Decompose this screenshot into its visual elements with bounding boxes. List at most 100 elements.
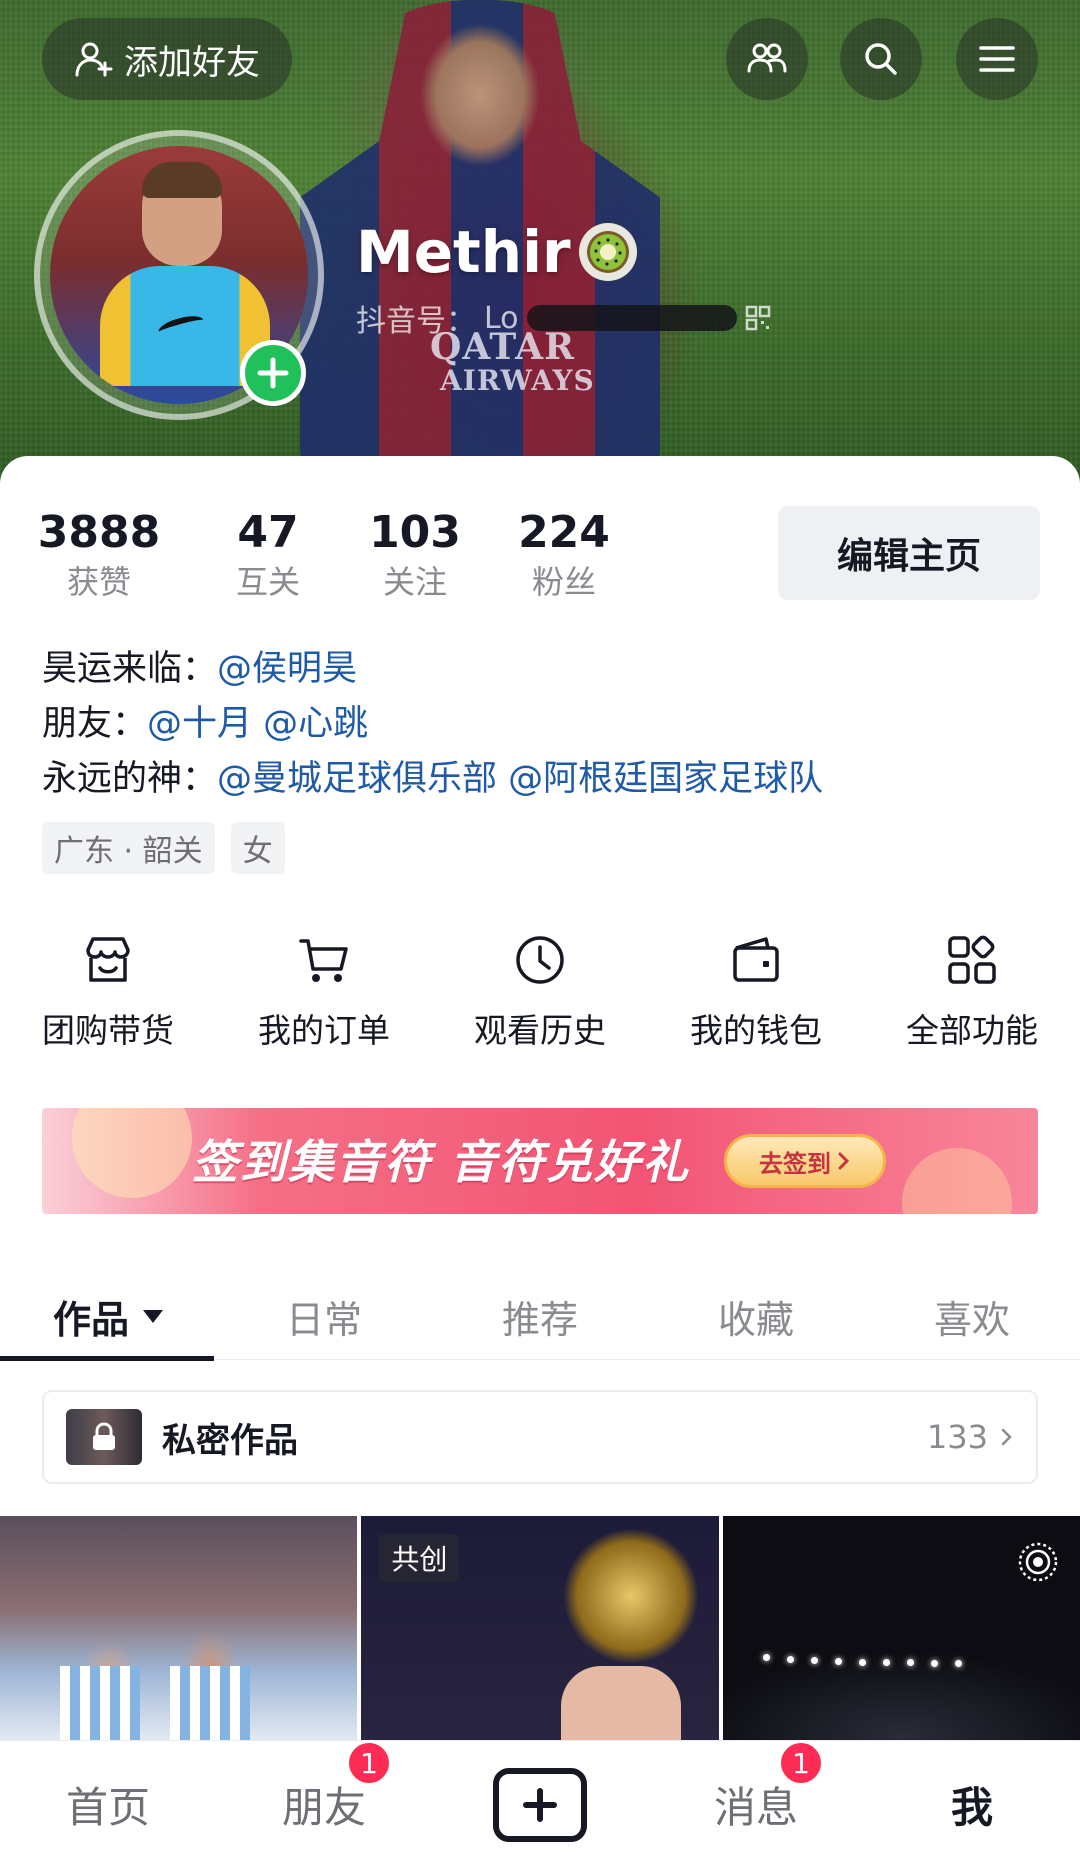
stat-number: 224 [518, 507, 610, 558]
friends-button[interactable] [726, 18, 808, 100]
banner-decoration [72, 1108, 192, 1198]
nav-messages-label: 消息 [713, 1783, 798, 1832]
banner-text: 签到集音符 音符兑好礼 [192, 1135, 691, 1189]
video-thumbnail[interactable]: 共创 [361, 1516, 719, 1746]
caret-down-icon [143, 1310, 163, 1323]
stat-number: 103 [369, 507, 461, 558]
search-button[interactable] [840, 18, 922, 100]
stat-number: 3888 [37, 507, 161, 558]
add-friend-label: 添加好友 [124, 42, 260, 83]
stat-following[interactable]: 103 关注 [360, 506, 470, 604]
content-tabs: 作品 日常 推荐 收藏 喜欢 [0, 1274, 1080, 1361]
plus-icon [257, 357, 289, 389]
works-grid: 共创 [0, 1516, 1080, 1746]
nickname-text: Methir [356, 218, 571, 286]
tab-works[interactable]: 作品 [0, 1274, 216, 1361]
bio-mention-link[interactable]: @曼城足球俱乐部 @阿根廷国家足球队 [217, 759, 823, 799]
stat-label: 获赞 [66, 563, 131, 601]
bio-mention-link[interactable]: @侯明昊 [217, 649, 357, 689]
tab-recommend[interactable]: 推荐 [432, 1274, 648, 1359]
nav-me[interactable]: 我 [864, 1774, 1080, 1835]
wallet-icon [726, 930, 786, 990]
nav-friends-label: 朋友 [281, 1783, 366, 1832]
id-label: 抖音号： [356, 304, 476, 339]
grid-icon [942, 930, 1002, 990]
lock-icon [93, 1422, 115, 1450]
notification-badge: 1 [778, 1740, 824, 1786]
bio-text: 昊运来临： [42, 649, 218, 689]
cover-sponsor-text: QATAR AIRWAYS [430, 329, 595, 398]
video-thumbnail[interactable] [0, 1516, 358, 1746]
avatar-figure-hair [142, 162, 222, 198]
tool-label: 团购带货 [42, 1011, 174, 1050]
id-value: Lo [484, 300, 519, 336]
clock-icon [510, 930, 570, 990]
checkin-button-label: 去签到 [759, 1149, 831, 1178]
location-tag: 广东 · 韶关 [42, 822, 215, 874]
nav-home[interactable]: 首页 [0, 1774, 216, 1835]
stat-followers[interactable]: 224 粉丝 [512, 506, 616, 604]
private-works-thumbnail [66, 1409, 142, 1465]
bio-text: 永远的神： [42, 759, 218, 799]
chevron-right-icon [1001, 1428, 1012, 1446]
cover-sponsor-line2: AIRWAYS [440, 364, 595, 397]
id-redaction [526, 305, 737, 331]
bio: 昊运来临：@侯明昊 朋友：@十月 @心跳 永远的神：@曼城足球俱乐部 @阿根廷国… [42, 642, 823, 807]
bio-line: 朋友：@十月 @心跳 [42, 697, 823, 752]
qr-code-icon[interactable] [745, 305, 771, 331]
kiwi-badge-icon[interactable] [578, 223, 637, 281]
create-button[interactable] [493, 1767, 587, 1842]
tab-label: 作品 [52, 1298, 129, 1342]
add-friend-icon [75, 42, 113, 77]
stat-label: 粉丝 [531, 563, 596, 601]
profile-tags: 广东 · 韶关 女 [42, 822, 285, 874]
profile-card: 3888 获赞 47 互关 103 关注 224 粉丝 编辑主页 昊运来临：@侯… [0, 456, 1080, 1868]
thumbnail-detail [561, 1666, 682, 1746]
cocreate-badge: 共创 [379, 1534, 460, 1582]
edit-profile-button[interactable]: 编辑主页 [778, 506, 1040, 600]
checkin-banner[interactable]: 签到集音符 音符兑好礼 去签到 [42, 1108, 1038, 1214]
tab-favorites[interactable]: 收藏 [648, 1274, 864, 1359]
cart-icon [294, 930, 354, 990]
banner-decoration [902, 1148, 1012, 1214]
live-icon [1018, 1542, 1058, 1582]
profile-cover: QATAR AIRWAYS 添加好友 Methir 抖音号： Lo [0, 0, 1080, 500]
stat-mutual[interactable]: 47 互关 [210, 506, 326, 604]
nav-friends[interactable]: 朋友 1 [216, 1740, 432, 1835]
tools-row: 团购带货 我的订单 观看历史 我的钱包 全部功能 [0, 930, 1080, 1052]
bio-line: 永远的神：@曼城足球俱乐部 @阿根廷国家足球队 [42, 752, 823, 807]
stat-number: 47 [237, 507, 299, 558]
bio-text: 朋友： [42, 704, 148, 744]
bottom-navigation: 首页 朋友 1 消息 1 我 [0, 1740, 1080, 1868]
add-friend-button[interactable]: 添加好友 [42, 18, 292, 100]
tab-daily[interactable]: 日常 [216, 1274, 432, 1359]
stat-likes[interactable]: 3888 获赞 [38, 506, 160, 604]
video-thumbnail[interactable] [722, 1516, 1080, 1746]
menu-button[interactable] [956, 18, 1038, 100]
nav-messages[interactable]: 消息 1 [648, 1740, 864, 1835]
nav-create[interactable] [432, 1767, 648, 1842]
tool-watch-history[interactable]: 观看历史 [432, 930, 648, 1052]
gender-tag: 女 [230, 822, 285, 874]
avatar-add-button[interactable] [240, 340, 306, 406]
tool-label: 我的订单 [258, 1011, 390, 1050]
private-works-row[interactable]: 私密作品 133 [42, 1390, 1038, 1484]
tool-label: 我的钱包 [690, 1011, 822, 1050]
tool-my-wallet[interactable]: 我的钱包 [648, 930, 864, 1052]
stat-label: 互关 [235, 563, 300, 601]
checkin-button[interactable]: 去签到 [724, 1134, 886, 1188]
tool-all-functions[interactable]: 全部功能 [864, 930, 1080, 1052]
tab-likes[interactable]: 喜欢 [864, 1274, 1080, 1359]
thumbnail-detail [60, 1666, 140, 1746]
profile-nickname: Methir [356, 218, 637, 286]
douyin-id[interactable]: 抖音号： Lo [356, 296, 771, 340]
search-icon [865, 43, 897, 75]
private-works-number: 133 [926, 1418, 988, 1456]
notification-badge: 1 [346, 1740, 392, 1786]
private-works-label: 私密作品 [162, 1420, 298, 1461]
bio-mention-link[interactable]: @十月 @心跳 [147, 704, 368, 744]
tool-label: 全部功能 [906, 1011, 1038, 1050]
tool-my-orders[interactable]: 我的订单 [216, 930, 432, 1052]
stadium-lights [762, 1644, 1023, 1674]
tool-group-buy[interactable]: 团购带货 [0, 930, 216, 1052]
